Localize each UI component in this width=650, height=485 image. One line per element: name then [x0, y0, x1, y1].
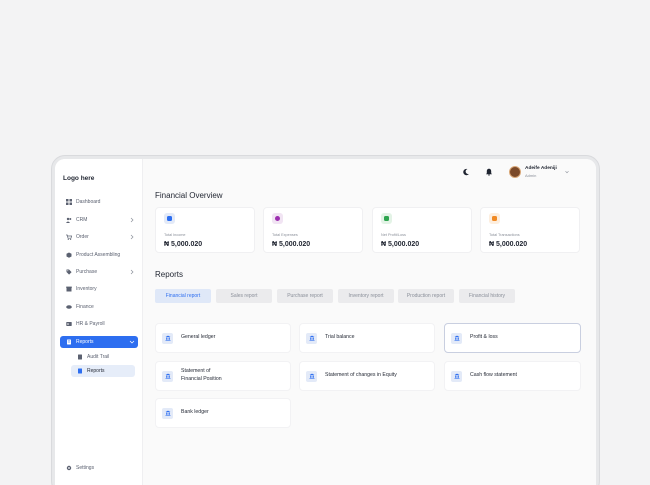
sidebar: Logo here Dashboard CRM Order Product As…: [55, 159, 143, 485]
bank-icon: [164, 213, 175, 224]
chevron-down-icon[interactable]: [564, 169, 570, 175]
stat-value: ₦ 5,000.020: [272, 241, 311, 248]
stat-card-total-transactions: Total Transactions ₦ 5,000.020: [480, 207, 580, 253]
app-window: Logo here Dashboard CRM Order Product As…: [55, 159, 596, 485]
sidebar-item-purchase[interactable]: Purchase: [60, 266, 138, 278]
sidebar-subitem-audit-trail[interactable]: Audit Trail: [71, 351, 135, 363]
chevron-down-icon: [129, 340, 135, 344]
stat-label: Total Transactions: [489, 233, 520, 237]
tab-production-report[interactable]: Production report: [398, 289, 454, 303]
report-card-general-ledger[interactable]: General ledger: [155, 323, 291, 353]
stat-label: Total Expenses: [272, 233, 298, 237]
sidebar-item-label: HR & Payroll: [76, 321, 105, 327]
bank-icon: [451, 370, 462, 382]
grid-icon: [66, 199, 72, 205]
sidebar-item-label: Settings: [76, 465, 95, 471]
sidebar-item-inventory[interactable]: Inventory: [60, 283, 138, 295]
stat-label: Net Profit/Loss: [381, 233, 406, 237]
reports-title: Reports: [155, 270, 184, 279]
stat-value: ₦ 5,000.020: [164, 241, 203, 248]
report-label: Statement of Financial Position: [181, 368, 222, 382]
report-card-profit-loss[interactable]: Profit & loss: [444, 323, 581, 353]
cart-icon: [66, 234, 72, 240]
main-content: Adeife Adeniji Admin Financial Overview …: [143, 159, 596, 485]
document-icon: [77, 368, 83, 374]
report-card-cash-flow[interactable]: Cash flow statement: [444, 361, 581, 391]
sidebar-item-dashboard[interactable]: Dashboard: [60, 196, 138, 208]
tab-purchase-report[interactable]: Purchase report: [277, 289, 333, 303]
report-label: Cash flow statement: [470, 372, 517, 379]
sidebar-item-finance[interactable]: Finance: [60, 301, 138, 313]
tab-financial-history[interactable]: Financial history: [459, 289, 515, 303]
id-card-icon: [66, 321, 72, 327]
sidebar-item-crm[interactable]: CRM: [60, 214, 138, 226]
tab-inventory-report[interactable]: Inventory report: [338, 289, 394, 303]
transactions-icon: [489, 213, 500, 224]
profit-icon: [381, 213, 392, 224]
stat-card-total-income: Total Income ₦ 5,000.020: [155, 207, 255, 253]
sidebar-item-label: Purchase: [76, 269, 98, 275]
report-label: Profit & loss: [470, 334, 498, 341]
stat-value: ₦ 5,000.020: [381, 241, 420, 248]
sidebar-item-label: Product Assembling: [76, 252, 121, 258]
sidebar-item-label: Reports: [76, 339, 94, 345]
bank-icon: [162, 407, 173, 419]
stat-card-total-expenses: Total Expenses ₦ 5,000.020: [263, 207, 363, 253]
chevron-right-icon: [130, 217, 134, 223]
expense-icon: [272, 213, 283, 224]
moon-icon[interactable]: [462, 168, 470, 176]
sidebar-subitem-reports[interactable]: Reports: [71, 365, 135, 377]
avatar[interactable]: [509, 166, 521, 178]
chevron-right-icon: [130, 269, 134, 275]
tag-icon: [66, 269, 72, 275]
sidebar-item-label: Order: [76, 234, 89, 240]
bank-icon: [162, 332, 173, 344]
report-label: General ledger: [181, 334, 216, 341]
bank-icon: [306, 370, 317, 382]
tab-financial-report[interactable]: Financial report: [155, 289, 211, 303]
sidebar-item-label: Inventory: [76, 286, 97, 292]
wallet-icon: [66, 304, 72, 310]
stat-label: Total Income: [164, 233, 186, 237]
sidebar-subitem-label: Audit Trail: [87, 354, 110, 360]
logo: Logo here: [63, 175, 95, 182]
report-card-trial-balance[interactable]: Trial balance: [299, 323, 435, 353]
financial-overview-title: Financial Overview: [155, 191, 223, 200]
report-label: Statement of changes in Equity: [325, 372, 397, 379]
sidebar-item-label: CRM: [76, 217, 88, 223]
report-icon: [66, 339, 72, 345]
bank-icon: [306, 332, 317, 344]
user-role: Admin: [525, 173, 537, 178]
tab-sales-report[interactable]: Sales report: [216, 289, 272, 303]
sidebar-item-settings[interactable]: Settings: [60, 462, 138, 474]
sidebar-item-label: Finance: [76, 304, 94, 310]
chevron-right-icon: [130, 234, 134, 240]
user-name: Adeife Adeniji: [525, 166, 557, 171]
sidebar-item-hr-payroll[interactable]: HR & Payroll: [60, 318, 138, 330]
report-card-changes-in-equity[interactable]: Statement of changes in Equity: [299, 361, 435, 391]
cube-icon: [66, 252, 72, 258]
box-icon: [66, 286, 72, 292]
bell-icon[interactable]: [485, 168, 493, 176]
document-icon: [77, 354, 83, 360]
bank-icon: [162, 370, 173, 382]
sidebar-item-reports[interactable]: Reports: [60, 336, 138, 348]
report-card-bank-ledger[interactable]: Bank ledger: [155, 398, 291, 428]
stat-value: ₦ 5,000.020: [489, 241, 528, 248]
stat-card-net-profit-loss: Net Profit/Loss ₦ 5,000.020: [372, 207, 472, 253]
users-icon: [66, 217, 72, 223]
report-card-financial-position[interactable]: Statement of Financial Position: [155, 361, 291, 391]
sidebar-item-product-assembling[interactable]: Product Assembling: [60, 249, 138, 261]
report-label: Trial balance: [325, 334, 355, 341]
sidebar-item-label: Dashboard: [76, 199, 101, 205]
gear-icon: [66, 465, 72, 471]
report-label: Bank ledger: [181, 409, 209, 416]
sidebar-subitem-label: Reports: [87, 368, 105, 374]
bank-icon: [451, 332, 462, 344]
topbar: Adeife Adeniji Admin: [143, 159, 596, 185]
sidebar-item-order[interactable]: Order: [60, 231, 138, 243]
